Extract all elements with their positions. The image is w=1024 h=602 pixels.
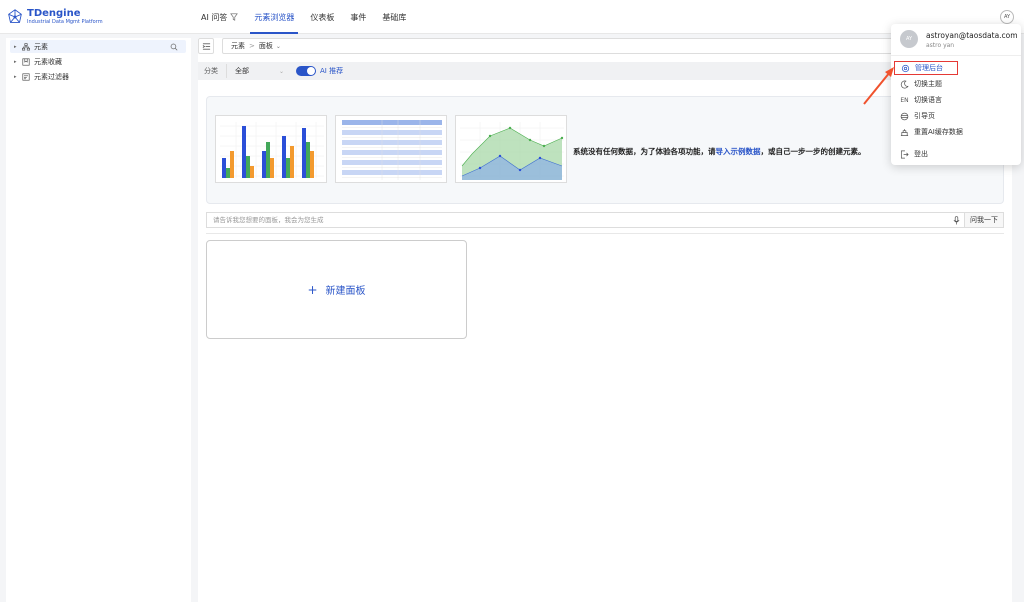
caret-right-icon[interactable]: ▸	[14, 44, 22, 50]
chevron-down-icon[interactable]: ⌄	[276, 43, 281, 50]
nav-library[interactable]: 基础库	[374, 0, 414, 34]
gear-icon	[901, 64, 910, 72]
language-icon: EN	[900, 96, 909, 104]
sidebar-item-elements[interactable]: ▸ 元素	[10, 40, 186, 53]
menu-item-label: 引导页	[914, 112, 935, 120]
breadcrumb-current[interactable]: 面板	[259, 41, 273, 51]
menu-item-label: 登出	[914, 150, 928, 158]
empty-state-card: 系统没有任何数据，为了体验各项功能，请导入示例数据，或自己一步一步的创建元素。	[206, 96, 1004, 204]
nav-library-label: 基础库	[382, 12, 407, 22]
area-chart-illustration-graphic	[460, 122, 564, 180]
main-toolbar: 元素 > 面板 ⌄	[198, 38, 1004, 54]
nav-dashboard[interactable]: 仪表板	[302, 0, 342, 34]
user-name: astro yan	[926, 42, 955, 49]
breadcrumb: 元素 > 面板 ⌄	[222, 38, 1004, 54]
sidebar-item-label: 元素收藏	[34, 57, 62, 66]
annotation-arrow-icon	[863, 67, 894, 105]
bar-chart-illustration-graphic	[220, 122, 324, 178]
ask-bar: 问我一下	[206, 212, 1004, 228]
sidebar-item-label: 元素过滤器	[34, 72, 69, 81]
user-menu-dropdown: AY astroyan@taosdata.com astro yan 管理后台 …	[891, 24, 1021, 165]
empty-state-message: 系统没有任何数据，为了体验各项功能，请导入示例数据，或自己一步一步的创建元素。	[573, 146, 866, 157]
bar-chart-illustration	[215, 115, 327, 183]
menu-item-label: 管理后台	[915, 64, 943, 72]
caret-right-icon[interactable]: ▸	[14, 74, 22, 80]
caret-right-icon[interactable]: ▸	[14, 59, 22, 65]
app-logo[interactable]: TDengine Industrial Data Mgmt Platform	[6, 8, 103, 26]
search-icon[interactable]	[170, 43, 178, 51]
user-avatar-button[interactable]: AY	[1000, 10, 1014, 24]
menu-item-label: 切换主题	[914, 80, 942, 88]
nav-ai-qa[interactable]: AI 问答	[193, 0, 246, 34]
user-menu-avatar: AY	[900, 30, 918, 48]
menu-item-label: 重置AI缓存数据	[914, 128, 963, 136]
nav-dashboard-label: 仪表板	[310, 12, 335, 22]
top-bar: TDengine Industrial Data Mgmt Platform A…	[0, 0, 1024, 34]
empty-message-text-tail: ，或自己一步一步的创建元素。	[760, 147, 866, 156]
table-illustration	[335, 115, 447, 183]
app-brand: TDengine	[27, 8, 81, 19]
network-icon	[22, 42, 30, 50]
guide-icon	[900, 112, 909, 120]
breadcrumb-root[interactable]: 元素	[231, 41, 245, 51]
ai-recommend-toggle[interactable]	[296, 66, 316, 76]
menu-item-label: 切换语言	[914, 96, 942, 104]
ask-me-button[interactable]: 问我一下	[964, 212, 1004, 228]
menu-item-logout[interactable]: 登出	[891, 147, 1021, 161]
nav-ai-qa-label: AI 问答	[201, 12, 228, 22]
breadcrumb-separator: >	[249, 42, 255, 50]
list-collapse-icon	[202, 42, 210, 50]
nav-element-browser-label: 元素浏览器	[254, 12, 295, 22]
app-subtitle: Industrial Data Mgmt Platform	[27, 19, 103, 25]
menu-item-admin[interactable]: 管理后台	[894, 61, 958, 75]
funnel-icon	[230, 13, 239, 21]
microphone-icon	[953, 215, 959, 224]
menu-item-switch-theme[interactable]: 切换主题	[891, 77, 1021, 91]
sidebar-item-label: 元素	[34, 42, 48, 51]
category-label: 分类	[204, 67, 218, 75]
chevron-down-icon: ⌄	[278, 67, 284, 75]
nav-events-label: 事件	[350, 12, 367, 22]
empty-message-text: 系统没有任何数据，为了体验各项功能，请	[573, 147, 716, 156]
bookmark-icon	[22, 57, 30, 66]
import-sample-data-link[interactable]: 导入示例数据	[716, 147, 761, 156]
reset-icon	[900, 128, 909, 136]
nav-element-browser[interactable]: 元素浏览器	[246, 0, 302, 34]
tdengine-logo-icon	[8, 9, 22, 23]
user-menu-header: AY astroyan@taosdata.com astro yan	[891, 24, 1021, 56]
new-panel-card[interactable]: + 新建面板	[206, 240, 467, 339]
main-content: 元素 > 面板 ⌄ 分类 全部 ⌄ AI 推荐 系统没有任何数据，为了体验各项功…	[198, 38, 1012, 602]
moon-icon	[900, 80, 909, 88]
filter-list-icon	[22, 72, 30, 81]
menu-item-switch-language[interactable]: EN 切换语言	[891, 93, 1021, 107]
plus-icon: +	[307, 282, 318, 297]
table-illustration-graphic	[342, 120, 442, 180]
divider	[206, 233, 1004, 234]
sidebar-item-favorites[interactable]: ▸ 元素收藏	[6, 55, 191, 68]
menu-item-guide[interactable]: 引导页	[891, 109, 1021, 123]
microphone-button[interactable]	[948, 212, 964, 228]
sidebar: ▸ 元素 ▸ 元素收藏 ▸ 元素过滤器	[6, 38, 191, 602]
menu-item-reset-ai-cache[interactable]: 重置AI缓存数据	[891, 125, 1021, 139]
sidebar-item-filters[interactable]: ▸ 元素过滤器	[6, 70, 191, 83]
logout-icon	[900, 150, 909, 158]
user-email: astroyan@taosdata.com	[926, 31, 1018, 40]
new-panel-label: 新建面板	[325, 286, 366, 297]
area-chart-illustration	[455, 115, 567, 183]
nav-events[interactable]: 事件	[342, 0, 374, 34]
ask-input[interactable]	[206, 212, 948, 228]
ai-recommend-label: AI 推荐	[320, 67, 344, 75]
category-select[interactable]: 全部 ⌄	[226, 64, 288, 78]
main-nav: AI 问答 元素浏览器 仪表板 事件 基础库	[193, 0, 414, 34]
category-select-value: 全部	[235, 67, 249, 75]
toggle-sidebar-button[interactable]	[198, 38, 214, 54]
